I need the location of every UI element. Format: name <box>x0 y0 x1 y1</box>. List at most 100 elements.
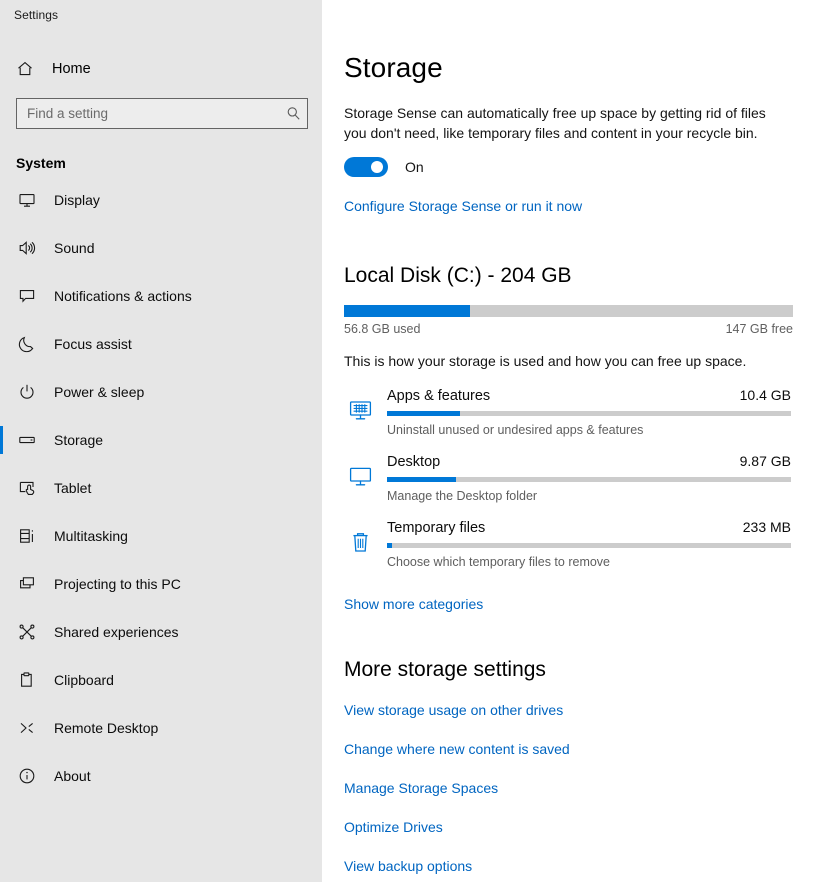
power-icon <box>16 381 38 403</box>
manage-storage-spaces-link[interactable]: Manage Storage Spaces <box>344 780 791 796</box>
storage-category-list: Apps & features 10.4 GB Uninstall unused… <box>344 387 791 569</box>
storage-category-bar-fill <box>387 543 392 548</box>
sidebar-item-shared-experiences[interactable]: Shared experiences <box>0 617 322 647</box>
view-backup-options-link[interactable]: View backup options <box>344 858 791 874</box>
storage-sense-toggle-label: On <box>405 159 424 175</box>
sidebar-item-home[interactable]: Home <box>0 52 322 86</box>
disk-usage-fill <box>344 305 470 317</box>
usage-description: This is how your storage is used and how… <box>344 353 747 369</box>
sidebar-item-label: Sound <box>54 240 95 256</box>
disk-usage-bar <box>344 305 793 317</box>
storage-category-body: Temporary files 233 MB Choose which temp… <box>387 519 791 569</box>
storage-category-row[interactable]: Apps & features 10.4 GB Uninstall unused… <box>344 387 791 437</box>
sidebar-item-about[interactable]: About <box>0 761 322 791</box>
storage-category-head: Desktop 9.87 GB <box>387 453 791 470</box>
storage-category-subtitle: Manage the Desktop folder <box>387 489 538 503</box>
sidebar-item-label: Remote Desktop <box>54 720 159 736</box>
storage-category-bar-fill <box>387 477 456 482</box>
sidebar-item-focus-assist[interactable]: Focus assist <box>0 329 322 359</box>
sidebar: Settings Home System <box>0 0 322 882</box>
optimize-drives-link[interactable]: Optimize Drives <box>344 819 791 835</box>
storage-sense-toggle[interactable] <box>344 157 388 177</box>
disk-used-label: 56.8 GB used <box>344 322 421 336</box>
sidebar-item-label: Clipboard <box>54 672 114 688</box>
window-title: Settings <box>14 8 59 22</box>
moon-icon <box>16 333 38 355</box>
change-content-location-link[interactable]: Change where new content is saved <box>344 741 791 757</box>
storage-category-name: Apps & features <box>387 388 491 404</box>
page-title: Storage <box>344 52 443 83</box>
apps-monitor-icon <box>344 387 376 425</box>
sidebar-item-power-sleep[interactable]: Power & sleep <box>0 377 322 407</box>
sidebar-item-label: About <box>54 768 91 784</box>
sidebar-item-notifications[interactable]: Notifications & actions <box>0 281 322 311</box>
storage-category-bar <box>387 477 791 482</box>
storage-category-name: Temporary files <box>387 520 486 536</box>
storage-category-row[interactable]: Temporary files 233 MB Choose which temp… <box>344 519 791 569</box>
disk-free-label: 147 GB free <box>725 322 793 336</box>
view-storage-usage-link[interactable]: View storage usage on other drives <box>344 702 791 718</box>
search-input[interactable] <box>27 106 285 121</box>
clipboard-icon <box>16 669 38 691</box>
desktop-monitor-icon <box>344 453 376 491</box>
search-icon[interactable] <box>285 106 301 122</box>
sidebar-item-label: Storage <box>54 432 104 448</box>
storage-sense-description: Storage Sense can automatically free up … <box>344 105 766 141</box>
storage-category-bar <box>387 543 791 548</box>
storage-category-body: Apps & features 10.4 GB Uninstall unused… <box>387 387 791 437</box>
title-bar: Settings <box>0 0 322 30</box>
remote-desktop-icon <box>16 717 38 739</box>
home-label: Home <box>52 61 91 77</box>
toggle-knob <box>371 161 383 173</box>
storage-category-size: 9.87 GB <box>739 453 791 469</box>
search-box[interactable] <box>16 98 308 129</box>
storage-category-name: Desktop <box>387 454 441 470</box>
settings-window: Settings Home System <box>0 0 822 882</box>
sidebar-item-projecting[interactable]: Projecting to this PC <box>0 569 322 599</box>
sidebar-item-label: Power & sleep <box>54 384 145 400</box>
storage-category-size: 233 MB <box>742 519 791 535</box>
share-nodes-icon <box>16 621 38 643</box>
sidebar-item-label: Focus assist <box>54 336 132 352</box>
storage-category-body: Desktop 9.87 GB Manage the Desktop folde… <box>387 453 791 503</box>
local-disk-title: Local Disk (C:) - 204 GB <box>344 264 572 287</box>
more-storage-settings-links: View storage usage on other drives Chang… <box>344 702 791 874</box>
storage-category-bar <box>387 411 791 416</box>
tablet-touch-icon <box>16 477 38 499</box>
configure-storage-sense-link[interactable]: Configure Storage Sense or run it now <box>344 198 582 214</box>
sidebar-item-multitasking[interactable]: Multitasking <box>0 521 322 551</box>
trash-icon <box>344 519 376 557</box>
sidebar-item-label: Notifications & actions <box>54 288 192 304</box>
chat-bubble-icon <box>16 285 38 307</box>
more-storage-settings-title: More storage settings <box>344 658 546 681</box>
storage-category-size: 10.4 GB <box>739 387 791 403</box>
storage-category-subtitle: Uninstall unused or undesired apps & fea… <box>387 423 644 437</box>
drive-icon <box>16 429 38 451</box>
sidebar-item-display[interactable]: Display <box>0 185 322 215</box>
storage-category-subtitle: Choose which temporary files to remove <box>387 555 611 569</box>
storage-category-head: Apps & features 10.4 GB <box>387 387 791 404</box>
show-more-categories-link[interactable]: Show more categories <box>344 596 483 612</box>
sidebar-nav: Display Sound Notifications & actions Fo… <box>0 185 322 791</box>
multitasking-icon <box>16 525 38 547</box>
sidebar-item-label: Projecting to this PC <box>54 576 181 592</box>
sidebar-item-label: Multitasking <box>54 528 128 544</box>
sidebar-group-title: System <box>16 155 66 171</box>
storage-category-row[interactable]: Desktop 9.87 GB Manage the Desktop folde… <box>344 453 791 503</box>
storage-sense-toggle-row: On <box>344 157 791 177</box>
sidebar-item-label: Display <box>54 192 100 208</box>
sidebar-item-tablet[interactable]: Tablet <box>0 473 322 503</box>
info-icon <box>16 765 38 787</box>
sidebar-item-clipboard[interactable]: Clipboard <box>0 665 322 695</box>
speaker-icon <box>16 237 38 259</box>
storage-category-bar-fill <box>387 411 460 416</box>
sidebar-item-remote-desktop[interactable]: Remote Desktop <box>0 713 322 743</box>
sidebar-item-label: Shared experiences <box>54 624 179 640</box>
sidebar-item-sound[interactable]: Sound <box>0 233 322 263</box>
selection-indicator <box>0 426 3 454</box>
storage-category-head: Temporary files 233 MB <box>387 519 791 536</box>
sidebar-item-label: Tablet <box>54 480 92 496</box>
projecting-icon <box>16 573 38 595</box>
disk-usage-legend: 56.8 GB used 147 GB free <box>344 322 793 336</box>
sidebar-item-storage[interactable]: Storage <box>0 425 322 455</box>
